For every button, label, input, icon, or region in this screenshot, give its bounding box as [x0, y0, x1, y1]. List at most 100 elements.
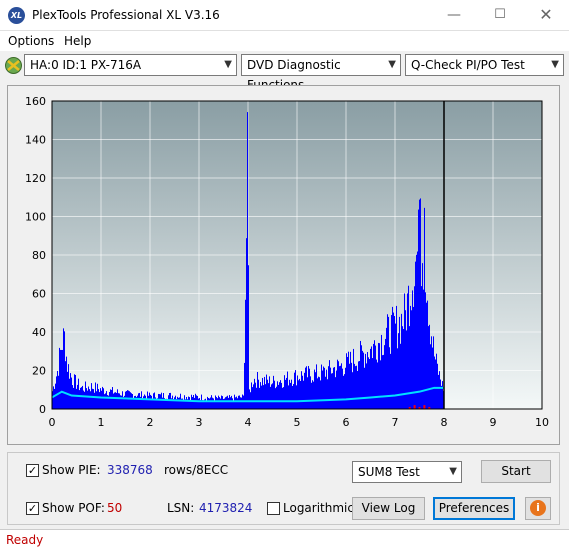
pie-bar: [205, 398, 206, 409]
pie-bar: [61, 349, 62, 409]
test-select[interactable]: Q-Check PI/PO Test ▼: [405, 54, 564, 76]
pie-bar: [270, 386, 271, 409]
pie-bar: [62, 349, 63, 409]
pie-bar: [269, 376, 270, 409]
pie-bar: [288, 385, 289, 409]
pie-bar: [325, 376, 326, 409]
pie-bar: [253, 384, 254, 409]
chevron-down-icon: ▼: [388, 59, 396, 70]
pie-bar: [434, 356, 435, 409]
pie-bar: [289, 379, 290, 409]
pie-bar: [88, 386, 89, 409]
x-tick-label: 9: [490, 416, 497, 429]
pie-bar: [161, 392, 162, 409]
pie-bar: [98, 389, 99, 409]
pie-bar: [303, 380, 304, 409]
pie-bar: [300, 380, 301, 409]
pie-bar: [344, 374, 345, 409]
pie-bar: [137, 395, 138, 409]
pie-bar: [320, 380, 321, 409]
show-pof-checkbox[interactable]: ✓: [26, 502, 39, 515]
preferences-button[interactable]: Preferences: [433, 497, 515, 520]
menu-help[interactable]: Help: [64, 34, 91, 48]
pie-bar: [292, 385, 293, 409]
pie-bar: [154, 392, 155, 409]
pie-bar: [296, 385, 297, 409]
title-bar: XL PlexTools Professional XL V3.16 — ☐ ✕: [0, 0, 569, 31]
pie-bar: [397, 348, 398, 409]
pie-bar: [422, 263, 423, 409]
pie-bar: [378, 342, 379, 409]
pie-bar: [440, 379, 441, 409]
pie-bar: [287, 371, 288, 409]
pie-bar: [337, 359, 338, 409]
pof-total-value: 50: [107, 501, 123, 515]
pie-bar: [419, 199, 420, 409]
pie-bar: [357, 370, 358, 409]
pie-bar: [328, 366, 329, 409]
pie-bar: [404, 293, 405, 409]
logarithmic-checkbox[interactable]: [267, 502, 280, 515]
pie-bar: [329, 360, 330, 409]
pie-bar: [79, 390, 80, 409]
pie-bar: [224, 398, 225, 409]
pie-bar: [168, 395, 169, 409]
show-pie-checkbox[interactable]: ✓: [26, 464, 39, 477]
close-button[interactable]: ✕: [523, 0, 569, 30]
drive-select[interactable]: HA:0 ID:1 PX-716A ▼: [24, 54, 237, 76]
pie-bar: [231, 395, 232, 409]
pie-bar: [72, 385, 73, 409]
chart-panel: 0 20 40 60 80 100 120 140 160 0 1 2 3 4 5 6 7 8 9 10: [7, 85, 560, 445]
status-bar: Ready: [0, 529, 569, 551]
pie-bar: [366, 363, 367, 409]
pie-bar: [353, 348, 354, 409]
pie-bar: [365, 353, 366, 409]
pie-bar: [342, 368, 343, 409]
pie-bar: [128, 390, 129, 409]
test-mode-select[interactable]: SUM8 Test ▼: [352, 461, 462, 483]
pie-bar: [150, 394, 151, 409]
pie-bar: [87, 390, 88, 409]
pie-bar: [77, 384, 78, 409]
pie-bar: [272, 383, 273, 409]
pie-bar: [432, 347, 433, 409]
pie-bar: [188, 396, 189, 409]
minimize-button[interactable]: —: [431, 0, 477, 30]
pie-bar: [424, 207, 425, 409]
maximize-button[interactable]: ☐: [477, 0, 523, 30]
function-select[interactable]: DVD Diagnostic Functions ▼: [241, 54, 401, 92]
pie-bar: [384, 345, 385, 409]
pie-bar: [372, 358, 373, 409]
pie-bar: [92, 388, 93, 409]
pie-bar: [73, 387, 74, 409]
pie-bar: [415, 261, 416, 409]
pie-bar: [356, 365, 357, 409]
pie-bar: [408, 285, 409, 409]
view-log-button[interactable]: View Log: [352, 497, 425, 520]
pie-bar: [54, 388, 55, 409]
pie-bar: [99, 392, 100, 409]
info-button[interactable]: i: [525, 497, 551, 520]
pie-bar: [217, 398, 218, 409]
pie-bar: [153, 393, 154, 409]
pie-bar: [273, 375, 274, 409]
pie-bar: [226, 396, 227, 409]
pie-bar: [174, 397, 175, 409]
pie-bar: [352, 372, 353, 409]
y-tick-label: 20: [32, 365, 46, 378]
menu-options[interactable]: Options: [8, 34, 54, 48]
x-tick-label: 7: [392, 416, 399, 429]
pie-bar: [264, 376, 265, 409]
controls-panel: ✓ Show PIE: 338768 rows/8ECC ✓ Show POF:…: [7, 452, 560, 525]
pie-bar: [274, 380, 275, 409]
pie-bar: [393, 312, 394, 409]
pie-bar: [186, 396, 187, 409]
pie-bar: [129, 391, 130, 409]
pie-bar: [367, 352, 368, 409]
pie-bar: [95, 382, 96, 409]
start-button[interactable]: Start: [481, 460, 551, 483]
pie-bar: [246, 238, 247, 409]
pie-bar: [104, 394, 105, 409]
pie-bar: [60, 349, 61, 409]
pie-bar: [283, 387, 284, 409]
